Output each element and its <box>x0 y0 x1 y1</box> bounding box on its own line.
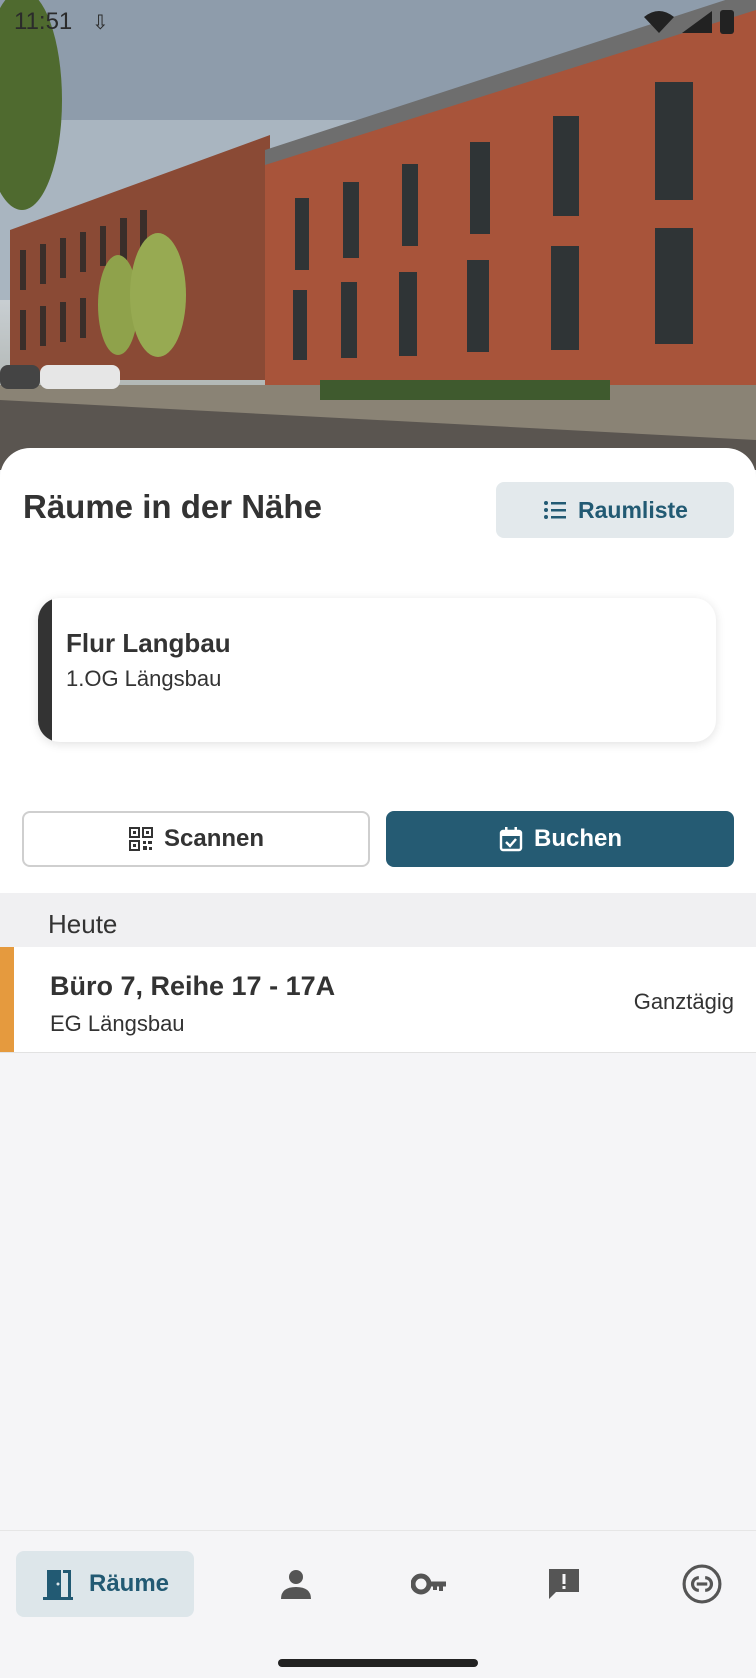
scan-button[interactable]: Scannen <box>22 811 370 867</box>
feedback-icon <box>549 1569 579 1599</box>
status-time: 11:51 <box>14 8 73 35</box>
section-title: Räume in der Nähe <box>23 488 322 525</box>
header-photo: 11:51 ⇩ <box>0 0 756 470</box>
nav-profile[interactable] <box>256 1551 336 1617</box>
home-indicator <box>278 1659 478 1667</box>
status-bar: 11:51 ⇩ <box>0 0 756 44</box>
person-icon <box>281 1570 311 1599</box>
booking-room-name: Büro 7, Reihe 17 - 17A <box>50 971 336 1001</box>
booking-accent-bar <box>0 947 14 1052</box>
scan-label: Scannen <box>163 825 265 852</box>
battery-icon <box>720 10 734 34</box>
room-location: 1.OG Längsbau <box>66 666 222 691</box>
qr-code-icon <box>128 827 153 851</box>
room-list-button[interactable]: Raumliste <box>496 482 734 538</box>
book-label: Buchen <box>533 825 622 852</box>
download-icon: ⇩ <box>92 12 109 34</box>
booking-row[interactable]: Büro 7, Reihe 17 - 17A EG Längsbau Ganzt… <box>0 947 756 1053</box>
wifi-icon <box>644 11 674 33</box>
signal-icon <box>682 11 712 33</box>
room-name: Flur Langbau <box>66 628 231 658</box>
booking-time: Ganztägig <box>633 989 734 1014</box>
today-label: Heute <box>48 909 118 939</box>
nav-keys[interactable] <box>390 1551 470 1617</box>
nav-feedback[interactable] <box>524 1551 604 1617</box>
link-icon <box>682 1564 722 1604</box>
nav-rooms[interactable]: Räume <box>16 1551 194 1617</box>
book-button[interactable]: Buchen <box>386 811 734 867</box>
card-accent-bar <box>38 598 52 742</box>
door-icon <box>42 1570 73 1600</box>
booking-location: EG Längsbau <box>50 1011 185 1036</box>
bottom-navigation: Räume <box>0 1530 756 1678</box>
today-section-header: Heute <box>0 893 756 947</box>
nearby-sheet: Räume in der Nähe Raumliste Flur Langbau… <box>0 448 756 893</box>
room-list-label: Raumliste <box>578 496 688 523</box>
nearby-room-card[interactable]: Flur Langbau 1.OG Längsbau <box>38 598 716 742</box>
key-icon <box>411 1573 446 1595</box>
calendar-check-icon <box>499 827 523 852</box>
nav-integrations[interactable] <box>662 1551 742 1617</box>
list-icon <box>544 501 567 519</box>
nav-rooms-label: Räume <box>88 1570 170 1597</box>
